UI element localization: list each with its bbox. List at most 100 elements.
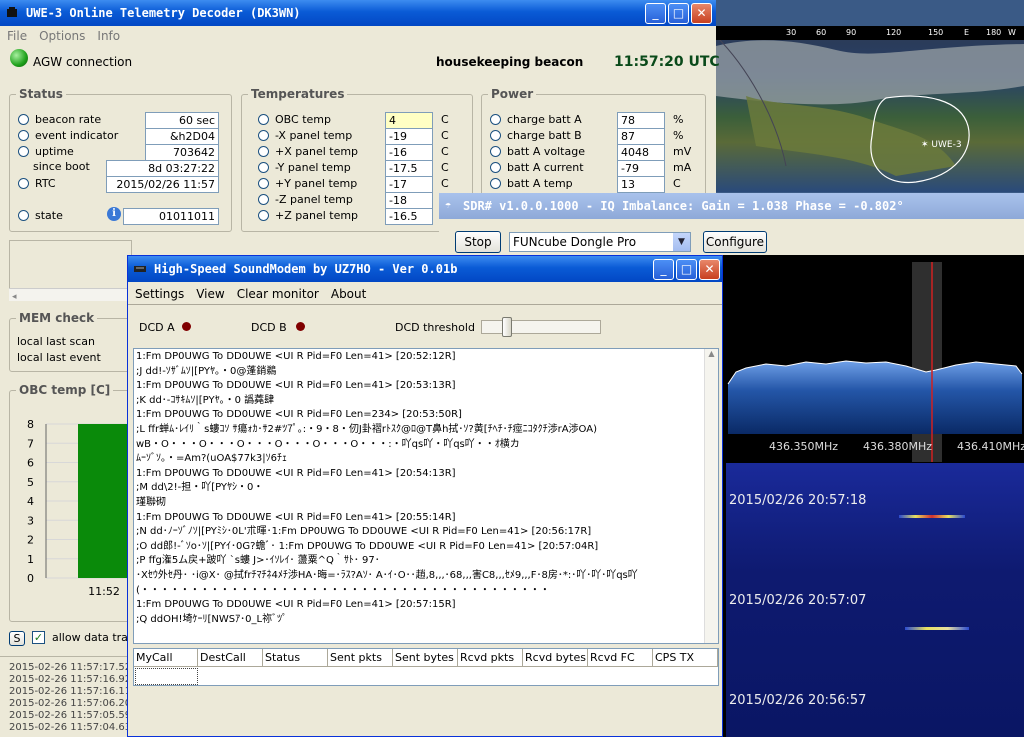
log-entry: 2015-02-26 11:57:16.920 [9, 674, 130, 685]
table-column-header[interactable]: Status [263, 649, 328, 667]
event-indicator-radio[interactable] [18, 130, 29, 141]
stats-table: MyCall DestCall Status Sent pkts Sent bytes R… [133, 648, 719, 686]
configure-button[interactable]: Configure [703, 231, 767, 253]
dcd-b-indicator [296, 322, 305, 331]
temp-radio[interactable] [258, 146, 269, 157]
power-unit: C [673, 177, 681, 190]
temp-unit: C [441, 161, 449, 174]
temp-radio[interactable] [258, 114, 269, 125]
modem-minimize-button[interactable]: _ [653, 259, 674, 280]
table-column-header[interactable]: CPS TX [653, 649, 718, 667]
minimize-button[interactable]: _ [645, 3, 666, 24]
modem-icon [134, 266, 146, 272]
menu-options[interactable]: Options [32, 27, 90, 43]
table-column-header[interactable]: MyCall [134, 649, 198, 667]
soundmodem-titlebar[interactable]: High-Speed SoundModem by UZ7HO - Ver 0.0… [128, 256, 722, 282]
obc-y-tick: 1 [27, 553, 34, 566]
chevron-down-icon[interactable]: ▼ [673, 233, 690, 251]
s-button[interactable]: S [9, 631, 25, 646]
allow-data-checkbox[interactable]: ✓ [32, 631, 45, 644]
monitor-line: ;P ffg潅5ム戻+跛吖 `s螻 J>･ｲｿﾚｲ･ 蘯粟^Q｀ｻﾄ･ 97･ [136, 555, 380, 567]
waterfall-signal-2 [905, 627, 969, 630]
modem-maximize-button[interactable]: □ [676, 259, 697, 280]
menu-info[interactable]: Info [90, 27, 125, 43]
monitor-line: 1:Fm DP0UWG To DD0UWE <UI R Pid=F0 Len=4… [136, 467, 456, 479]
slider-thumb[interactable] [502, 317, 512, 337]
maximize-button[interactable]: □ [668, 3, 689, 24]
obc-y-tick: 6 [27, 457, 34, 470]
temp-radio[interactable] [258, 178, 269, 189]
power-unit: % [673, 113, 684, 126]
obc-y-tick: 7 [27, 437, 34, 450]
menu-file[interactable]: File [0, 27, 32, 43]
monitor-line: 1:Fm DP0UWG To DD0UWE <UI R Pid=F0 Len=4… [136, 599, 456, 611]
temp-unit: C [441, 177, 449, 190]
device-select[interactable]: FUNcube Dongle Pro ▼ [509, 232, 691, 252]
obc-x-label: 11:52 [88, 585, 120, 598]
power-unit: mV [673, 145, 692, 158]
info-icon[interactable]: i [107, 207, 121, 221]
temp-unit: C [441, 145, 449, 158]
table-column-header[interactable]: Sent pkts [328, 649, 393, 667]
temp-label: OBC temp [275, 113, 331, 126]
power-radio[interactable] [490, 146, 501, 157]
modem-menubar: Settings View Clear monitor About [128, 285, 722, 303]
obc-y-tick: 8 [27, 418, 34, 431]
monitor-line: (・・・・・・・・・・・・・・・・・・・・・・・・・・・・・・・・・・・・・・・… [136, 584, 550, 596]
table-column-header[interactable]: Rcvd pkts [458, 649, 523, 667]
monitor-line: ;M dd\2!-担・吖[PYﾔｼ・0・ [136, 482, 264, 494]
power-radio[interactable] [490, 130, 501, 141]
temp-label: -Y panel temp [275, 161, 351, 174]
beacon-rate-radio[interactable] [18, 114, 29, 125]
temp-radio[interactable] [258, 210, 269, 221]
menu-clear-monitor[interactable]: Clear monitor [230, 285, 324, 301]
menu-settings[interactable]: Settings [128, 285, 189, 301]
uwe-titlebar[interactable]: UWE-3 Online Telemetry Decoder (DK3WN) [0, 0, 716, 26]
temp-value: -17.5 [385, 160, 433, 177]
power-radio[interactable] [490, 162, 501, 173]
temp-radio[interactable] [258, 194, 269, 205]
rtc-field: 2015/02/26 11:57 [106, 176, 219, 193]
power-radio[interactable] [490, 114, 501, 125]
table-row[interactable] [135, 668, 198, 685]
uptime-radio[interactable] [18, 146, 29, 157]
dcd-threshold-label: DCD threshold [395, 321, 475, 334]
sdr-title: SDR# v1.0.0.1000 - IQ Imbalance: Gain = … [463, 199, 904, 213]
power-value: 78 [617, 112, 665, 129]
sdr-titlebar[interactable]: ☂ SDR# v1.0.0.1000 - IQ Imbalance: Gain … [439, 193, 1024, 219]
power-radio[interactable] [490, 178, 501, 189]
table-column-header[interactable]: Rcvd FC [588, 649, 653, 667]
monitor-line: ;J dd!-ｿｻﾞﾑｿ|[PYﾔ｡・0@蓬銷鵜 [136, 365, 277, 377]
beacon-rate-field: 60 sec [145, 112, 219, 129]
close-button[interactable]: ✕ [691, 3, 712, 24]
rtc-radio[interactable] [18, 178, 29, 189]
monitor-line: ;K dd･-ｺｻｷﾑｿ|[PYﾔ｡・0 譌蕘肆 [136, 394, 275, 406]
obc-y-tick: 4 [27, 495, 34, 508]
dcd-threshold-slider[interactable] [481, 317, 601, 337]
monitor-text[interactable]: 1:Fm DP0UWG To DD0UWE <UI R Pid=F0 Len=4… [133, 348, 719, 644]
power-unit: mA [673, 161, 692, 174]
power-value: 4048 [617, 144, 665, 161]
log-entry: 2015-02-26 11:57:17.520 [9, 662, 130, 673]
table-column-header[interactable]: DestCall [198, 649, 263, 667]
temp-radio[interactable] [258, 162, 269, 173]
waterfall-time-1: 2015/02/26 20:57:18 [729, 493, 867, 508]
modem-close-button[interactable]: ✕ [699, 259, 720, 280]
power-label: batt A temp [507, 177, 573, 190]
temp-unit: C [441, 113, 449, 126]
table-column-header[interactable]: Sent bytes [393, 649, 458, 667]
temp-value: -16 [385, 144, 433, 161]
power-value: 87 [617, 128, 665, 145]
table-column-header[interactable]: Rcvd bytes [523, 649, 588, 667]
temp-radio[interactable] [258, 130, 269, 141]
state-radio[interactable] [18, 210, 29, 221]
stop-button[interactable]: Stop [455, 231, 501, 253]
temp-label: -X panel temp [275, 129, 353, 142]
monitor-scrollbar[interactable]: ▲ [704, 349, 718, 643]
menu-view[interactable]: View [189, 285, 229, 301]
monitor-line: ･Xｾｳ外ｾ丹･ ･i@X･ @拭frﾁﾏﾁﾈ4ﾒﾁ渉HA･晦=･ﾗｽ?Aｿ･ … [136, 569, 638, 581]
info-panel-scrollbar[interactable]: ◂ [9, 288, 132, 302]
menu-about[interactable]: About [324, 285, 371, 301]
power-label: batt A current [507, 161, 584, 174]
temp-label: +X panel temp [275, 145, 359, 158]
